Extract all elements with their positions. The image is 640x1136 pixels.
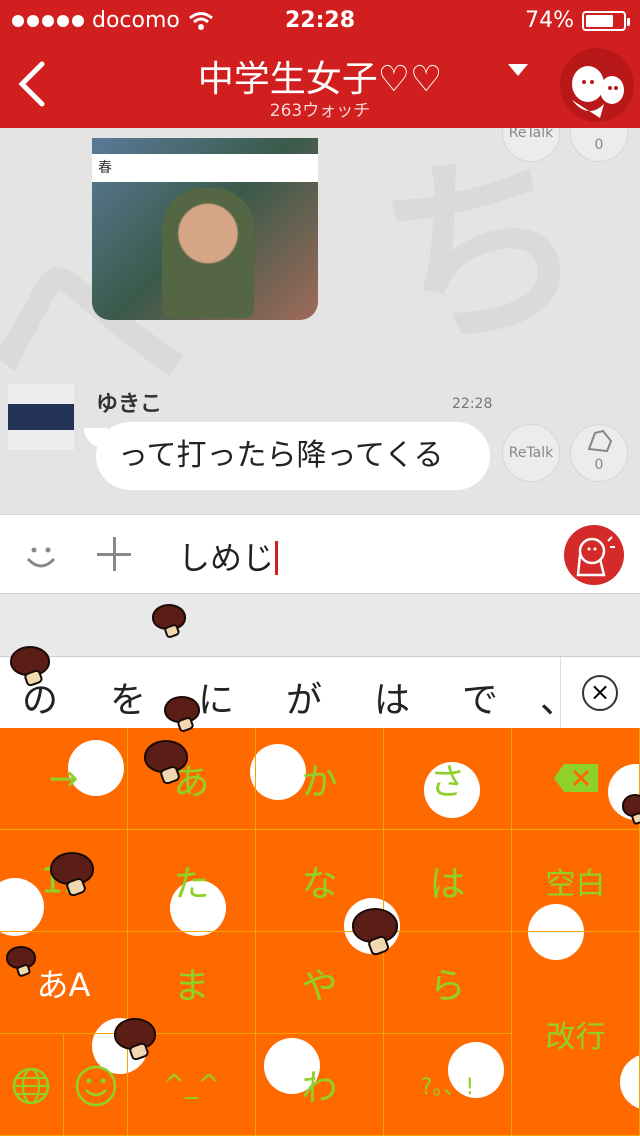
clap-button-top[interactable]: 0 [570,128,628,162]
sender-avatar[interactable] [8,384,74,450]
clap-button[interactable]: 0 [570,424,628,482]
key-return[interactable]: 改行 [512,932,640,1136]
header: docomo 22:28 74% 中学生女子♡♡ 263ウォッチ [0,0,640,128]
close-candidates-button[interactable]: × [560,657,640,729]
clap-count: 0 [594,457,604,473]
key-space[interactable]: 空白 [512,830,640,932]
keyboard-spacer [0,594,640,656]
key-punctuation[interactable]: ?。、! [384,1034,512,1136]
key-next-arrow[interactable]: → [0,728,128,830]
photo-person [162,188,254,318]
mushroom-decoration [10,646,50,688]
backspace-icon [554,764,598,792]
clap-count: 0 [594,137,604,153]
key-ha[interactable]: は [384,830,512,932]
candidate-item[interactable]: で [462,671,498,723]
globe-icon [12,1067,50,1105]
ghost-send-icon [576,536,615,577]
group-avatar[interactable] [560,48,634,122]
page-title: 中学生女子♡♡ [197,59,443,100]
battery-percent: 74% [525,8,574,33]
message-input-bar: しめじ [0,514,640,594]
watermark: ち [364,128,602,384]
message-bubble[interactable]: って打ったら降ってくる [96,422,490,490]
candidate-item[interactable]: を [110,671,146,723]
emoji-icon [75,1065,117,1107]
send-button[interactable] [564,525,624,585]
candidate-item[interactable]: は [374,671,410,723]
retalk-button[interactable]: ReTalk [502,424,560,482]
mushroom-decoration [152,604,186,640]
key-globe[interactable] [0,1034,64,1136]
mushroom-decoration [6,946,36,978]
clap-icon [587,429,613,453]
ghost-icon [572,66,624,118]
chat-area[interactable]: ぺ ち 春 ReTalk 0 ゆきこ 22:28 って打ったら降ってくる ReT… [0,128,640,514]
message-input[interactable]: しめじ [178,533,279,579]
keyboard: → あ か さ 12 た な は 空白 あA ま や ら 改行 ^_^ わ ?。… [0,728,640,1136]
emoji-icon[interactable] [22,537,60,575]
add-attachment-button[interactable] [96,535,134,573]
key-backspace[interactable] [512,728,640,830]
candidate-item[interactable]: に [198,671,234,723]
image-keyboard-label: 春 [92,154,318,182]
mushroom-decoration [622,794,640,825]
key-ka[interactable]: か [256,728,384,830]
mushroom-decoration [114,1018,156,1062]
message-input-text: しめじ [178,539,275,577]
candidate-item[interactable]: が [286,671,322,723]
chevron-down-icon[interactable] [506,62,530,78]
candidate-bar: の を に が は で 、 × [0,656,640,729]
key-ra[interactable]: ら [384,932,512,1034]
key-ta[interactable]: た [128,830,256,932]
close-icon: × [582,675,618,711]
battery-icon [582,10,630,31]
message-time: 22:28 [452,396,493,412]
key-wa[interactable]: わ [256,1034,384,1136]
text-caret [275,541,279,575]
status-right: 74% [525,8,630,33]
status-bar: docomo 22:28 74% [0,6,640,36]
image-message[interactable]: 春 [92,138,318,320]
mushroom-decoration [164,696,200,734]
sender-name: ゆきこ [96,392,163,417]
page-subtitle: 263ウォッチ [269,101,371,121]
key-sa[interactable]: さ [384,728,512,830]
mushroom-decoration [144,740,188,786]
mushroom-decoration [50,852,94,898]
mushroom-decoration [352,908,398,956]
